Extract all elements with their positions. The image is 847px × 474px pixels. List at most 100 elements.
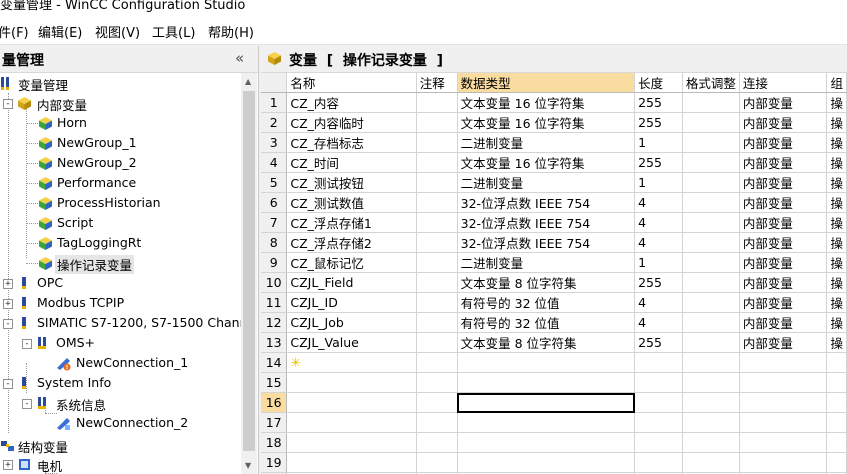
- cell-comment[interactable]: [416, 132, 458, 153]
- cell-connection[interactable]: 内部变量: [739, 332, 828, 353]
- cell-length[interactable]: 4: [634, 212, 683, 233]
- cell-group[interactable]: 操: [826, 332, 847, 353]
- cell-format-adaptation[interactable]: [682, 172, 740, 193]
- row-number-cell[interactable]: 6: [261, 192, 288, 213]
- row-number-cell[interactable]: 15: [261, 372, 288, 393]
- tree-item-operation-log-tags[interactable]: 操作记录变量: [0, 253, 241, 274]
- corner-cell[interactable]: [261, 73, 288, 93]
- cell-connection[interactable]: [739, 372, 828, 393]
- cell-name[interactable]: CZ_内容: [286, 92, 417, 113]
- cell-format-adaptation[interactable]: [682, 112, 740, 133]
- cell-group[interactable]: [826, 392, 847, 413]
- cell-connection[interactable]: [739, 432, 828, 453]
- table-row[interactable]: 8 CZ_浮点存储2 32-位浮点数 IEEE 754 4 内部变量操: [261, 232, 847, 253]
- menu-tools[interactable]: 工具(L): [152, 22, 195, 41]
- table-row[interactable]: 14 ✳: [261, 352, 847, 373]
- cell-name[interactable]: CZJL_ID: [286, 292, 417, 313]
- cell-comment[interactable]: [416, 372, 458, 393]
- expand-node-icon[interactable]: +: [3, 279, 13, 289]
- cell-connection[interactable]: [739, 412, 828, 433]
- cell-length[interactable]: [634, 452, 683, 473]
- cell-connection[interactable]: 内部变量: [739, 112, 828, 133]
- row-number-cell[interactable]: 12: [261, 312, 288, 333]
- cell-format-adaptation[interactable]: [682, 372, 740, 393]
- cell-group[interactable]: 操: [826, 92, 847, 113]
- cell-data-type[interactable]: [457, 432, 636, 453]
- table-row[interactable]: 6 CZ_测试数值 32-位浮点数 IEEE 754 4 内部变量操: [261, 192, 847, 213]
- cell-length[interactable]: [634, 412, 683, 433]
- tree-scrollbar[interactable]: ▲ ▼: [241, 73, 257, 474]
- cell-group[interactable]: 操: [826, 132, 847, 153]
- cell-name[interactable]: CZ_测试数值: [286, 192, 417, 213]
- cell-length[interactable]: [634, 432, 683, 453]
- cell-group[interactable]: 操: [826, 272, 847, 293]
- cell-comment[interactable]: [416, 352, 458, 373]
- tree-item-processhistorian[interactable]: ProcessHistorian: [0, 193, 241, 213]
- row-number-cell[interactable]: 9: [261, 252, 288, 273]
- cell-data-type[interactable]: [457, 372, 636, 393]
- tree-item-simatic-s7[interactable]: - SIMATIC S7-1200, S7-1500 Channel: [0, 313, 241, 333]
- cell-name[interactable]: CZ_测试按钮: [286, 172, 417, 193]
- cell-length[interactable]: 4: [634, 312, 683, 333]
- cell-connection[interactable]: 内部变量: [739, 312, 828, 333]
- row-number-cell[interactable]: 17: [261, 412, 288, 433]
- cell-length[interactable]: [634, 372, 683, 393]
- tree-item-motor[interactable]: + 电机: [0, 454, 241, 474]
- collapse-node-icon[interactable]: -: [3, 379, 13, 389]
- table-row[interactable]: 5 CZ_测试按钮 二进制变量 1 内部变量操: [261, 172, 847, 193]
- cell-connection[interactable]: 内部变量: [739, 192, 828, 213]
- cell-comment[interactable]: [416, 252, 458, 273]
- cell-connection[interactable]: 内部变量: [739, 212, 828, 233]
- table-row[interactable]: 2 CZ_内容临时 文本变量 16 位字符集 255 内部变量操: [261, 112, 847, 133]
- scrollbar-thumb[interactable]: [243, 91, 255, 451]
- row-number-cell[interactable]: 19: [261, 452, 288, 473]
- cell-connection[interactable]: 内部变量: [739, 252, 828, 273]
- cell-data-type[interactable]: 二进制变量: [457, 132, 636, 153]
- table-row[interactable]: 4 CZ_时间 文本变量 16 位字符集 255 内部变量操: [261, 152, 847, 173]
- cell-comment[interactable]: [416, 92, 458, 113]
- row-number-cell[interactable]: 18: [261, 432, 288, 453]
- cell-format-adaptation[interactable]: [682, 292, 740, 313]
- cell-group[interactable]: [826, 352, 847, 373]
- cell-data-type[interactable]: 文本变量 8 位字符集: [457, 332, 636, 353]
- table-row[interactable]: 16: [261, 392, 847, 413]
- cell-format-adaptation[interactable]: [682, 432, 740, 453]
- collapse-node-icon[interactable]: -: [22, 399, 32, 409]
- cell-name[interactable]: CZ_鼠标记忆: [286, 252, 417, 273]
- cell-length[interactable]: 4: [634, 292, 683, 313]
- cell-name[interactable]: [286, 412, 417, 433]
- row-number-cell[interactable]: 3: [261, 132, 288, 153]
- tree-item-internal-tags[interactable]: - 内部变量: [0, 93, 241, 113]
- cell-name[interactable]: [286, 392, 417, 413]
- cell-data-type[interactable]: [457, 392, 636, 413]
- cell-name[interactable]: [286, 432, 417, 453]
- cell-length[interactable]: 255: [634, 112, 683, 133]
- cell-comment[interactable]: [416, 272, 458, 293]
- cell-name[interactable]: CZ_内容临时: [286, 112, 417, 133]
- cell-connection[interactable]: 内部变量: [739, 92, 828, 113]
- cell-comment[interactable]: [416, 452, 458, 473]
- cell-group[interactable]: 操: [826, 312, 847, 333]
- collapse-node-icon[interactable]: -: [3, 99, 13, 109]
- cell-connection[interactable]: 内部变量: [739, 132, 828, 153]
- cell-comment[interactable]: [416, 332, 458, 353]
- row-number-cell[interactable]: 2: [261, 112, 288, 133]
- table-row[interactable]: 11 CZJL_ID 有符号的 32 位值 4 内部变量操: [261, 292, 847, 313]
- cell-comment[interactable]: [416, 192, 458, 213]
- collapse-panel-button[interactable]: «: [235, 49, 244, 67]
- cell-format-adaptation[interactable]: [682, 192, 740, 213]
- table-row[interactable]: 1 CZ_内容 文本变量 16 位字符集 255 内部变量操: [261, 92, 847, 113]
- cell-data-type[interactable]: 文本变量 16 位字符集: [457, 152, 636, 173]
- table-row[interactable]: 17: [261, 412, 847, 433]
- cell-comment[interactable]: [416, 172, 458, 193]
- cell-comment[interactable]: [416, 232, 458, 253]
- cell-data-type[interactable]: 有符号的 32 位值: [457, 292, 636, 313]
- cell-connection[interactable]: 内部变量: [739, 172, 828, 193]
- table-row[interactable]: 18: [261, 432, 847, 453]
- cell-length[interactable]: 255: [634, 272, 683, 293]
- cell-group[interactable]: [826, 412, 847, 433]
- cell-format-adaptation[interactable]: [682, 352, 740, 373]
- table-row[interactable]: 12 CZJL_Job 有符号的 32 位值 4 内部变量操: [261, 312, 847, 333]
- cell-name[interactable]: CZ_存档标志: [286, 132, 417, 153]
- cell-comment[interactable]: [416, 152, 458, 173]
